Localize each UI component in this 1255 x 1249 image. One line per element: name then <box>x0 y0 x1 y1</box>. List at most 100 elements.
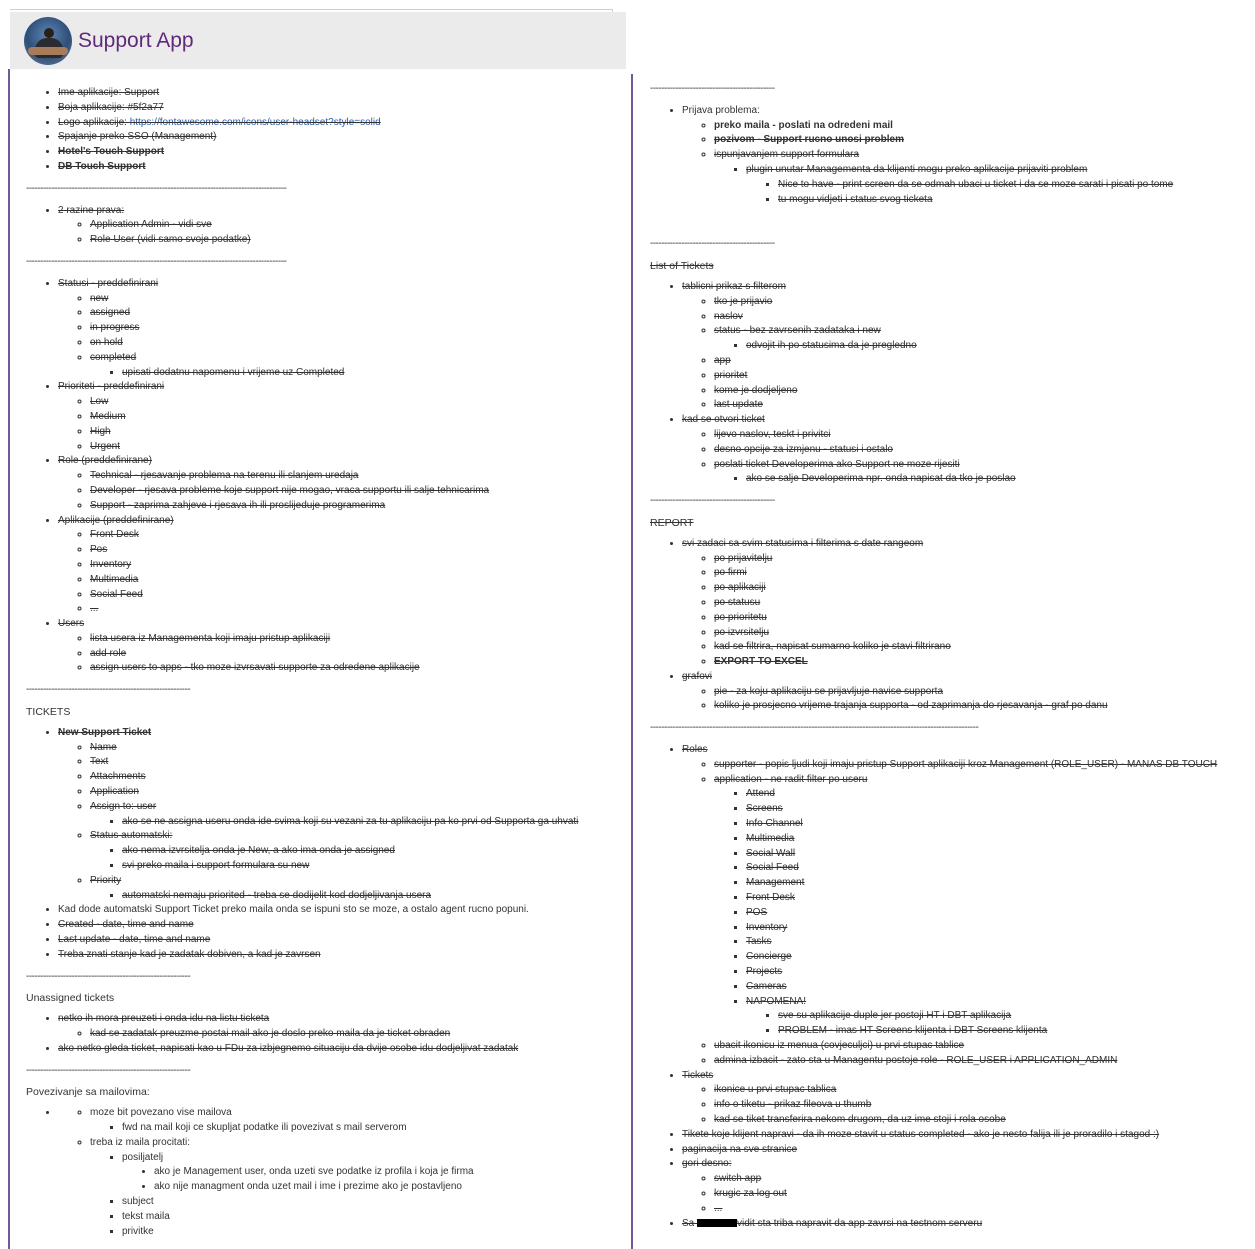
list-item: admina izbacit - zato sta u Managentu po… <box>714 1054 1217 1069</box>
list-item: gori desno: switch app krugic za log out… <box>682 1157 1217 1216</box>
list-item: POS <box>746 906 1217 921</box>
list-item: Statusi - preddefinirani new assigned in… <box>58 277 578 381</box>
list-item: netko ih mora preuzeti i onda idu na lis… <box>58 1012 578 1042</box>
list-item: upisati dodatnu napomenu i vrijeme uz Co… <box>122 366 578 381</box>
list-item: Concierge <box>746 950 1217 965</box>
list-item: krugic za log out <box>714 1187 1217 1202</box>
list-item: Tickets ikonice u prvi stupac tablica in… <box>682 1069 1217 1128</box>
roles-list: Roles supporter - popis ljudi koji imaju… <box>650 743 1217 1231</box>
list-item: Tasks <box>746 935 1217 950</box>
section-heading-list-of-tickets: List of Tickets <box>650 260 714 273</box>
list-item: poslati ticket Developerima ako Support … <box>714 458 1217 488</box>
list-item: ako se ne assigna useru onda ide svima k… <box>122 815 578 830</box>
list-item: Urgent <box>90 440 578 455</box>
separator: ----------------------------------------… <box>26 255 287 267</box>
list-item: assign users to apps - tko moze izvrsava… <box>90 661 578 676</box>
list-item: Application <box>90 785 578 800</box>
right-column: ----------------------------------------… <box>650 82 1217 1231</box>
list-item: naslov <box>714 310 1217 325</box>
list-item: treba iz maila procitati: posiljatelj ak… <box>90 1136 578 1240</box>
list-item: tu mogu vidjeti i status svog ticketa <box>778 193 1217 208</box>
list-item: privitke <box>122 1225 578 1240</box>
list-item: supporter - popis ljudi koji imaju prist… <box>714 758 1217 773</box>
list-item: Multimedia <box>746 832 1217 847</box>
list-item: kome je dodjeljeno <box>714 384 1217 399</box>
redacted-name <box>697 1218 738 1227</box>
list-item: Info Channel <box>746 817 1217 832</box>
separator: ----------------------------------------… <box>26 182 287 194</box>
unassigned-list: netko ih mora preuzeti i onda idu na lis… <box>26 1012 578 1056</box>
list-item: Status automatski: ako nema izvrsitelja … <box>90 829 578 873</box>
list-item: Pos <box>90 543 578 558</box>
app-logo-avatar <box>24 16 72 65</box>
list-item: Screens <box>746 802 1217 817</box>
list-item: Assign to: user ako se ne assigna useru … <box>90 800 578 830</box>
list-item: Cameras <box>746 980 1217 995</box>
list-item: Kad dode automatski Support Ticket preko… <box>58 903 578 918</box>
separator: ----------------------------------------… <box>26 1064 191 1076</box>
right-column-border <box>631 74 633 1249</box>
list-item: svi zadaci sa svim statusima i filterima… <box>682 537 1217 670</box>
list-item: Low <box>90 395 578 410</box>
list-item: info o tiketu - prikaz fileova u thumb <box>714 1098 1217 1113</box>
list-item: ako se salje Developerima npr. onda napi… <box>746 472 1217 487</box>
list-item: tko je prijavio <box>714 295 1217 310</box>
list-item: Management <box>746 876 1217 891</box>
list-item: Front Desk <box>746 891 1217 906</box>
list-item: po prioritetu <box>714 611 1217 626</box>
list-item: desno opcije za izmjenu - statusi i osta… <box>714 443 1217 458</box>
logo-link[interactable]: https://fontawesome.com/icons/user-heads… <box>130 117 381 128</box>
list-item: koliko je prosjecno vrijeme trajanja sup… <box>714 699 1217 714</box>
list-item: EXPORT TO EXCEL <box>714 655 1217 670</box>
list-item: Role (preddefinirane) Technical - rjesav… <box>58 454 578 513</box>
app-title: Support App <box>78 28 194 52</box>
list-item: Social Feed <box>90 588 578 603</box>
list-item: lista usera iz Managementa koji imaju pr… <box>90 632 578 647</box>
separator: ----------------------------------------… <box>650 495 775 507</box>
list-item: tablicni prikaz s filterom tko je prijav… <box>682 280 1217 413</box>
list-item: Projects <box>746 965 1217 980</box>
list-item: Multimedia <box>90 573 578 588</box>
list-item: Users lista usera iz Managementa koji im… <box>58 617 578 676</box>
list-item: po statusu <box>714 596 1217 611</box>
list-item: kad se filtrira, napisat sumarno koliko … <box>714 640 1217 655</box>
section-heading-report: REPORT <box>650 516 694 529</box>
list-item: Boja aplikacije: #5f2a77 <box>58 101 578 116</box>
list-item: po izvrsitelju <box>714 626 1217 641</box>
list-item: Developer - rjesava probleme koje suppor… <box>90 484 578 499</box>
mail-list: moze bit povezano vise mailova fwd na ma… <box>26 1106 578 1239</box>
list-item: ikonice u prvi stupac tablica <box>714 1083 1217 1098</box>
list-item: kad se tiket transferira nekom drugom, d… <box>714 1113 1217 1128</box>
definitions-list: Statusi - preddefinirani new assigned in… <box>26 277 578 677</box>
list-item: Last update - date, time and name <box>58 933 578 948</box>
list-item: sve su aplikacije duple jer postoji HT i… <box>778 1009 1217 1024</box>
list-item: application - ne radit filter po useru A… <box>714 773 1217 1039</box>
list-item: automatski nemaju priorited - treba se d… <box>122 889 578 904</box>
list-item: assigned <box>90 306 578 321</box>
list-item: Sa vidit sta triba napravit da app zavrs… <box>682 1217 1217 1232</box>
app-header: Support App <box>10 12 626 69</box>
list-item: preko maila - poslati na odredeni mail <box>714 119 1217 134</box>
separator: ----------------------------------------… <box>650 238 775 250</box>
separator: ----------------------------------------… <box>650 83 775 94</box>
list-item: moze bit povezano vise mailova fwd na ma… <box>90 1106 578 1136</box>
list-item: moze bit povezano vise mailova fwd na ma… <box>58 1106 578 1239</box>
list-item: Treba znati stanje kad je zadatak dobive… <box>58 948 578 963</box>
list-item: High <box>90 425 578 440</box>
list-item: Attachments <box>90 770 578 785</box>
list-item: Technical - rjesavanje problema na teren… <box>90 469 578 484</box>
list-item: Inventory <box>746 921 1217 936</box>
list-item: 2 razine prava: Application Admin - vidi… <box>58 204 578 248</box>
list-item: odvojit ih po statusima da je pregledno <box>746 339 1217 354</box>
list-item: ... <box>90 602 578 617</box>
list-item: completed upisati dodatnu napomenu i vri… <box>90 351 578 381</box>
list-item: posiljatelj ako je Management user, onda… <box>122 1151 578 1195</box>
list-item: Name <box>90 741 578 756</box>
list-item: tekst maila <box>122 1210 578 1225</box>
list-item: ispunjavanjem support formulara plugin u… <box>714 148 1217 207</box>
list-item: Role User (vidi samo svoje podatke) <box>90 233 578 248</box>
list-item: plugin unutar Managementa da klijenti mo… <box>746 163 1217 207</box>
list-item: paginacija na sve stranice <box>682 1143 1217 1158</box>
rights-list: 2 razine prava: Application Admin - vidi… <box>26 204 578 248</box>
list-item: ako nije managment onda uzet mail i ime … <box>154 1180 578 1195</box>
